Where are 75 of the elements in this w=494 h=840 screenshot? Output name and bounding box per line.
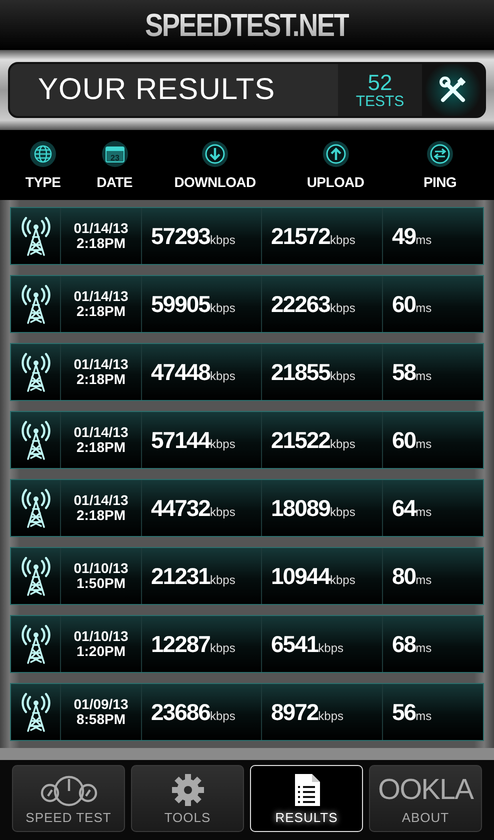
test-time: 2:18PM: [76, 304, 126, 319]
download-speed: 23686kbps: [151, 698, 236, 726]
test-count-label: TESTS: [356, 94, 404, 108]
cell-tower-icon: [18, 555, 52, 597]
ping-time: 60ms: [392, 290, 432, 318]
cell-tower-icon: [18, 623, 52, 665]
download-speed: 57293kbps: [151, 222, 236, 250]
result-row[interactable]: 01/14/13 2:18PM 57293kbps 21572kbps 49ms: [10, 207, 484, 265]
upload-speed: 18089kbps: [271, 494, 356, 522]
tools-button[interactable]: [422, 64, 484, 116]
nav-tab[interactable]: TOOLS: [131, 765, 244, 832]
test-time: 2:18PM: [76, 372, 126, 387]
download-speed: 21231kbps: [151, 562, 236, 590]
nav-tab[interactable]: SPEED TEST: [12, 765, 125, 832]
column-header: PING: [423, 174, 457, 190]
upload-speed: 21522kbps: [271, 426, 356, 454]
test-time: 1:50PM: [76, 576, 126, 591]
test-date: 01/14/13: [74, 221, 128, 236]
result-row[interactable]: 01/14/13 2:18PM 57144kbps 21522kbps 60ms: [10, 411, 484, 469]
column-header: UPLOAD: [306, 174, 364, 190]
ping-time: 56ms: [392, 698, 432, 726]
test-time: 1:20PM: [76, 644, 126, 659]
cell-tower-icon: [18, 351, 52, 393]
cell-tower-icon: [18, 691, 52, 733]
result-row[interactable]: 01/14/13 2:18PM 59905kbps 22263kbps 60ms: [10, 275, 484, 333]
ping-time: 64ms: [392, 494, 432, 522]
result-row[interactable]: 01/14/13 2:18PM 47448kbps 21855kbps 58ms: [10, 343, 484, 401]
test-time: 2:18PM: [76, 508, 126, 523]
column-header: DOWNLOAD: [174, 174, 256, 190]
column-header: DATE: [96, 174, 132, 190]
test-date: 01/14/13: [74, 493, 128, 508]
globe-icon: [29, 140, 57, 168]
ping-time: 58ms: [392, 358, 432, 386]
ping-time: 60ms: [392, 426, 432, 454]
cell-tower-icon: [18, 283, 52, 325]
test-time: 2:18PM: [76, 236, 126, 251]
cell-tower-icon: [18, 419, 52, 461]
nav-tab[interactable]: OOKLA ABOUT: [369, 765, 482, 832]
download-speed: 12287kbps: [151, 630, 236, 658]
test-time: 2:18PM: [76, 440, 126, 455]
download-speed: 47448kbps: [151, 358, 236, 386]
test-date: 01/10/13: [74, 561, 128, 576]
cell-tower-icon: [18, 487, 52, 529]
ookla-logo: OOKLA: [378, 772, 473, 806]
test-date: 01/09/13: [74, 697, 128, 712]
cell-tower-icon: [18, 215, 52, 257]
ping-time: 80ms: [392, 562, 432, 590]
exchange-arrows-icon: [426, 140, 454, 168]
ping-time: 49ms: [392, 222, 432, 250]
result-row[interactable]: 01/10/13 1:20PM 12287kbps 6541kbps 68ms: [10, 615, 484, 673]
upload-speed: 6541kbps: [271, 630, 344, 658]
test-date: 01/14/13: [74, 357, 128, 372]
download-speed: 57144kbps: [151, 426, 236, 454]
test-date: 01/14/13: [74, 289, 128, 304]
download-speed: 59905kbps: [151, 290, 236, 318]
nav-tab[interactable]: RESULTS: [250, 765, 363, 832]
column-header: TYPE: [25, 174, 61, 190]
document-icon: [292, 772, 320, 806]
download-speed: 44732kbps: [151, 494, 236, 522]
upload-speed: 21855kbps: [271, 358, 356, 386]
upload-speed: 22263kbps: [271, 290, 356, 318]
result-row[interactable]: 01/14/13 2:18PM 44732kbps 18089kbps 64ms: [10, 479, 484, 537]
calendar-icon: 23: [100, 140, 128, 168]
upload-speed: 10944kbps: [271, 562, 356, 590]
result-row[interactable]: 01/10/13 1:50PM 21231kbps 10944kbps 80ms: [10, 547, 484, 605]
gear-icon: [170, 772, 204, 806]
results-title: YOUR RESULTS: [37, 72, 276, 108]
test-date: 01/10/13: [74, 629, 128, 644]
test-count: 52: [368, 72, 392, 94]
result-row[interactable]: 01/09/13 8:58PM 23686kbps 8972kbps 56ms: [10, 683, 484, 741]
ping-time: 68ms: [392, 630, 432, 658]
upload-speed: 8972kbps: [271, 698, 344, 726]
upload-speed: 21572kbps: [271, 222, 356, 250]
test-time: 8:58PM: [76, 712, 126, 727]
test-date: 01/14/13: [74, 425, 128, 440]
